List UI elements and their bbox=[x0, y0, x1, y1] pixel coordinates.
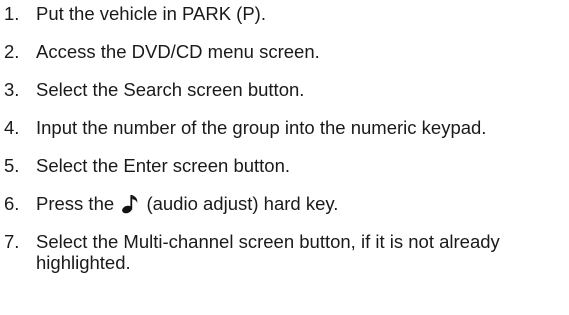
step-number: 6. bbox=[4, 193, 20, 214]
list-item-step-3: 3. Select the Search screen button. bbox=[4, 79, 564, 100]
list-item-step-2: 2. Access the DVD/CD menu screen. bbox=[4, 41, 564, 62]
list-item-step-4: 4. Input the number of the group into th… bbox=[4, 117, 564, 138]
step-number: 5. bbox=[4, 155, 20, 176]
step-text-before: Press the bbox=[36, 193, 115, 214]
step-number: 4. bbox=[4, 117, 20, 138]
step-number: 1. bbox=[4, 3, 20, 24]
list-item-step-6: 6. Press the (audio adjust) hard key. bbox=[4, 193, 564, 214]
list-item-step-1: 1. Put the vehicle in PARK (P). bbox=[4, 3, 564, 24]
step-text: Select the Search screen button. bbox=[36, 79, 305, 100]
step-text: Select the Enter screen button. bbox=[36, 155, 291, 176]
step-text: Select the Multi-channel screen button, … bbox=[36, 231, 500, 273]
list-item-step-7: 7. Select the Multi-channel screen butto… bbox=[4, 231, 564, 273]
list-item-step-5: 5. Select the Enter screen button. bbox=[4, 155, 564, 176]
step-text: Put the vehicle in PARK (P). bbox=[36, 3, 266, 24]
step-text: Input the number of the group into the n… bbox=[36, 117, 487, 138]
instruction-list: 1. Put the vehicle in PARK (P). 2. Acces… bbox=[4, 3, 564, 273]
music-note-icon bbox=[122, 195, 138, 214]
step-number: 2. bbox=[4, 41, 20, 62]
step-number: 3. bbox=[4, 79, 20, 100]
step-text-after: (audio adjust) hard key. bbox=[146, 193, 339, 214]
step-number: 7. bbox=[4, 231, 20, 252]
step-text: Access the DVD/CD menu screen. bbox=[36, 41, 320, 62]
